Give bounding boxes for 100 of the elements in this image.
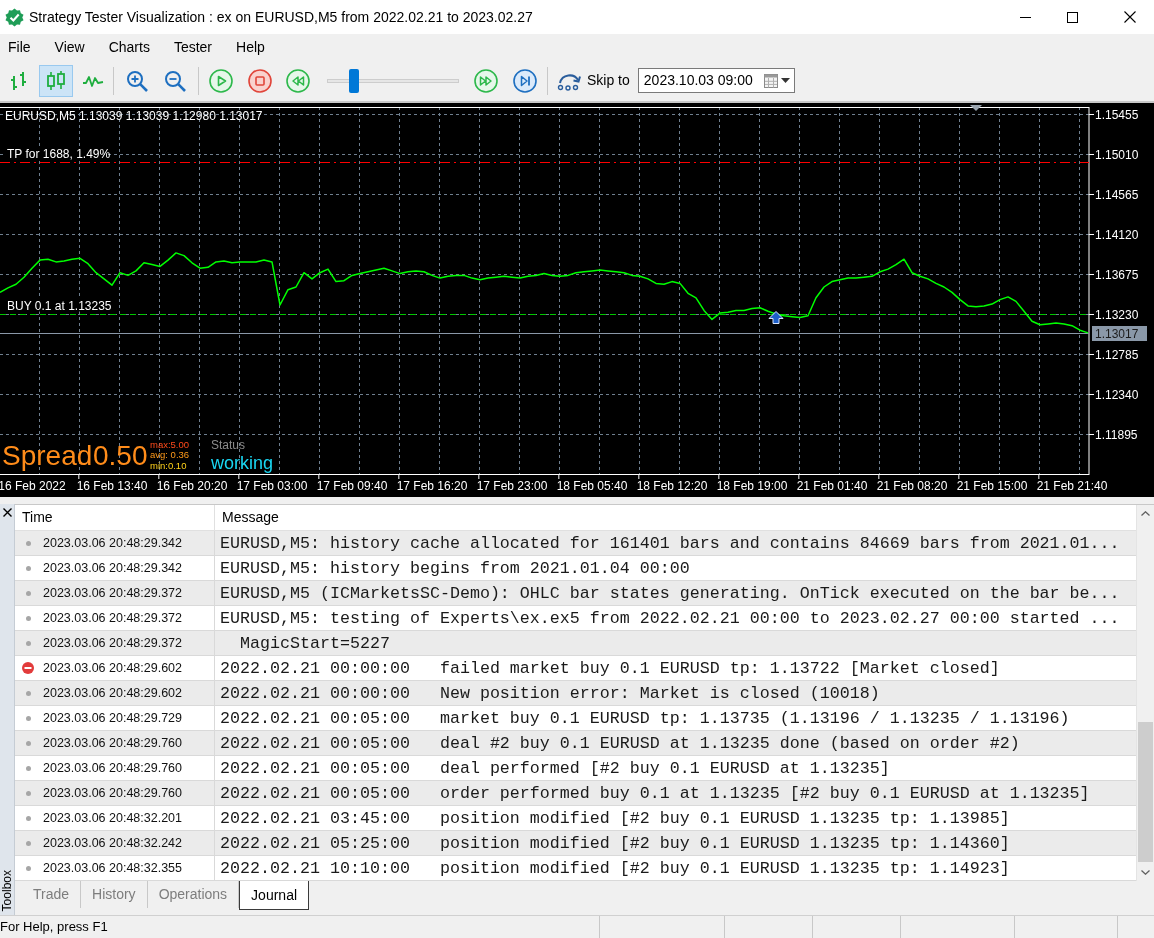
message-cell-text: EURUSD,M5: history begins from 2021.01.04 00:00 — [219, 557, 691, 580]
timestamp: 2023.03.06 20:48:32.242 — [43, 834, 183, 852]
dot-icon — [25, 740, 31, 746]
timestamp: 2023.03.06 20:48:29.602 — [43, 684, 183, 702]
dot-icon — [25, 590, 31, 596]
time-axis-label: 17 Feb 03:00 — [236, 479, 308, 493]
skip-to-end-icon — [513, 68, 537, 93]
app-logo-icon — [5, 7, 24, 27]
price-axis-label: 1.15010 — [1095, 147, 1139, 162]
triangle-marker-icon[interactable] — [970, 105, 982, 111]
journal-row[interactable]: 2023.03.06 20:48:32.201 2022.02.21 03:45:00 position modified [#2 buy 0.1 EURUSD 1.13235 tp: 1.13985] — [15, 806, 1136, 831]
buy-level-label: BUY 0.1 at 1.13235 — [7, 298, 112, 313]
menu-item[interactable]: View — [50, 36, 89, 58]
price-axis-label: 1.13675 — [1095, 267, 1139, 282]
status-label: Status — [211, 438, 246, 452]
zoom-in-icon — [125, 68, 149, 93]
tab[interactable]: History — [81, 881, 148, 908]
journal-row[interactable]: 2023.03.06 20:48:32.242 2022.02.21 05:25:00 position modified [#2 buy 0.1 EURUSD 1.13235 tp: 1.14360] — [15, 831, 1136, 856]
chart-type-button[interactable] — [39, 64, 73, 97]
close-icon — [2, 508, 12, 517]
line-chart-icon — [82, 73, 104, 88]
spread-value: 0.50 — [93, 439, 148, 471]
up-arrow-icon — [768, 311, 784, 324]
journal-row[interactable]: 2023.03.06 20:48:29.760 2022.02.21 00:05:00 order performed buy 0.1 at 1.13235 [#2 buy 0.1 EURUSD at 1.13235] — [15, 781, 1136, 806]
dot-icon — [25, 790, 31, 796]
candlestick-icon — [45, 69, 67, 92]
journal-row[interactable]: 2023.03.06 20:48:29.760 2022.02.21 00:05:00 deal performed [#2 buy 0.1 EURUSD at 1.13235] — [15, 756, 1136, 781]
dot-icon — [25, 840, 31, 846]
message-cell-text: 2022.02.21 00:05:00 market buy 0.1 EURUSD tp: 1.13735 (1.13196 / 1.13235 / 1.13196) — [219, 707, 1071, 730]
ohlc-values: 1.13039 1.13039 1.12980 1.13017 — [79, 109, 263, 123]
journal-row[interactable]: 2023.03.06 20:48:32.355 2022.02.21 10:10:00 position modified [#2 buy 0.1 EURUSD 1.13235 tp: 1.14923] — [15, 856, 1136, 881]
dot-icon — [25, 865, 31, 871]
journal-row[interactable]: 2023.03.06 20:48:29.372 EURUSD,M5 (ICMarketsSC-Demo): OHLC bar states generating. OnTick executed on the bar be... — [15, 581, 1136, 606]
play-icon — [209, 68, 233, 93]
column-header[interactable]: Time — [15, 505, 215, 530]
message-cell-text: EURUSD,M5: testing of Experts\ex.ex5 from 2022.02.21 00:00 to 2023.02.27 00:00 started ... — [219, 607, 1121, 630]
zoom-out-icon — [163, 68, 187, 93]
time-axis-label: 21 Feb 01:40 — [796, 479, 868, 493]
message-cell-text: 2022.02.21 00:05:00 deal performed [#2 buy 0.1 EURUSD at 1.13235] — [219, 757, 891, 780]
stop-icon — [248, 68, 272, 93]
timestamp: 2023.03.06 20:48:29.729 — [43, 709, 183, 727]
date-field[interactable]: 2023.10.03 09:00 — [637, 68, 795, 93]
skip-to-button[interactable]: Skip to — [553, 64, 634, 97]
spread-label: Spread — [2, 439, 93, 471]
journal-row[interactable]: 2023.03.06 20:48:29.602 2022.02.21 00:00:00 failed market buy 0.1 EURUSD tp: 1.13722 [Market closed] — [15, 656, 1136, 681]
dot-icon — [25, 615, 31, 621]
journal-row[interactable]: 2023.03.06 20:48:29.372 MagicStart=5227 — [15, 631, 1136, 656]
toolbox-label[interactable]: Toolbox — [1, 869, 13, 911]
dot-icon — [25, 765, 31, 771]
chevron-up-icon — [1141, 511, 1150, 516]
message-cell-text: 2022.02.21 00:00:00 New position error: Market is closed (10018) — [219, 682, 881, 705]
journal-row[interactable]: 2023.03.06 20:48:29.760 2022.02.21 00:05:00 deal #2 buy 0.1 EURUSD at 1.13235 done (based on order #2) — [15, 731, 1136, 756]
spread-max: max:5.00 — [150, 438, 190, 450]
message-cell-text: EURUSD,M5 (ICMarketsSC-Demo): OHLC bar states generating. OnTick executed on the bar be... — [219, 582, 1121, 605]
dot-icon — [25, 640, 31, 646]
timestamp: 2023.03.06 20:48:29.760 — [43, 784, 183, 802]
column-header[interactable]: Message — [215, 505, 1136, 530]
time-axis-label: 17 Feb 16:20 — [396, 479, 468, 493]
minimize-icon — [1020, 16, 1031, 18]
message-cell-text: 2022.02.21 00:00:00 failed market buy 0.1 EURUSD tp: 1.13722 [Market closed] — [219, 657, 1001, 680]
timestamp: 2023.03.06 20:48:29.342 — [43, 559, 183, 577]
menu-item[interactable]: Tester — [169, 36, 216, 58]
scroll-thumb[interactable] — [1138, 722, 1153, 862]
message-cell-text: MagicStart=5227 — [239, 632, 391, 655]
journal-row[interactable]: 2023.03.06 20:48:29.342 EURUSD,M5: history begins from 2021.01.04 00:00 — [15, 556, 1136, 581]
dot-icon — [25, 690, 31, 696]
journal-row[interactable]: 2023.03.06 20:48:29.729 2022.02.21 00:05:00 market buy 0.1 EURUSD tp: 1.13735 (1.13196 / 1.13235 / 1.13196) — [15, 706, 1136, 731]
speed-slider[interactable] — [327, 68, 459, 93]
time-axis-label: 16 Feb 2022 — [0, 479, 66, 493]
message-cell-text: 2022.02.21 00:05:00 order performed buy 0.1 at 1.13235 [#2 buy 0.1 EURUSD at 1.13235] — [219, 782, 1091, 805]
rewind-icon — [286, 68, 310, 93]
message-cell-text: 2022.02.21 10:10:00 position modified [#2 buy 0.1 EURUSD 1.13235 tp: 1.14923] — [219, 857, 1011, 880]
time-axis-label: 16 Feb 20:20 — [156, 479, 228, 493]
journal-row[interactable]: 2023.03.06 20:48:29.372 EURUSD,M5: testing of Experts\ex.ex5 from 2022.02.21 00:00 to 2023.02.27 00:00 started ... — [15, 606, 1136, 631]
journal-row[interactable]: 2023.03.06 20:48:29.602 2022.02.21 00:00:00 New position error: Market is closed (10018) — [15, 681, 1136, 706]
price-axis-label: 1.12785 — [1095, 347, 1139, 362]
timestamp: 2023.03.06 20:48:29.372 — [43, 584, 183, 602]
timestamp: 2023.03.06 20:48:29.372 — [43, 634, 183, 652]
price-axis-label: 1.14120 — [1095, 227, 1139, 242]
ref-line-label: 1.13017 — [1095, 326, 1139, 341]
journal-row[interactable]: 2023.03.06 20:48:29.342 EURUSD,M5: history cache allocated for 161401 bars and contains 84669 bars from 2021.01... — [15, 531, 1136, 556]
maximize-icon — [1067, 11, 1078, 23]
scrollbar[interactable] — [1136, 505, 1154, 881]
timestamp: 2023.03.06 20:48:29.760 — [43, 759, 183, 777]
time-axis-label: 21 Feb 21:40 — [1036, 479, 1108, 493]
price-axis-label: 1.11895 — [1095, 427, 1138, 442]
time-axis-label: 17 Feb 09:40 — [316, 479, 388, 493]
slider-thumb[interactable] — [348, 68, 359, 93]
menu-item[interactable]: File — [4, 36, 35, 58]
close-panel-button[interactable] — [1, 507, 13, 518]
dot-icon — [25, 540, 31, 546]
menu-item[interactable]: Charts — [104, 36, 154, 58]
menu-item[interactable]: Help — [232, 36, 269, 58]
timestamp: 2023.03.06 20:48:29.372 — [43, 609, 183, 627]
status-value: working — [211, 453, 274, 473]
tab[interactable]: Journal — [239, 881, 310, 910]
time-axis-label: 17 Feb 23:00 — [476, 479, 548, 493]
error-icon — [22, 662, 34, 674]
tab[interactable]: Trade — [22, 881, 82, 908]
dot-icon — [25, 815, 31, 821]
